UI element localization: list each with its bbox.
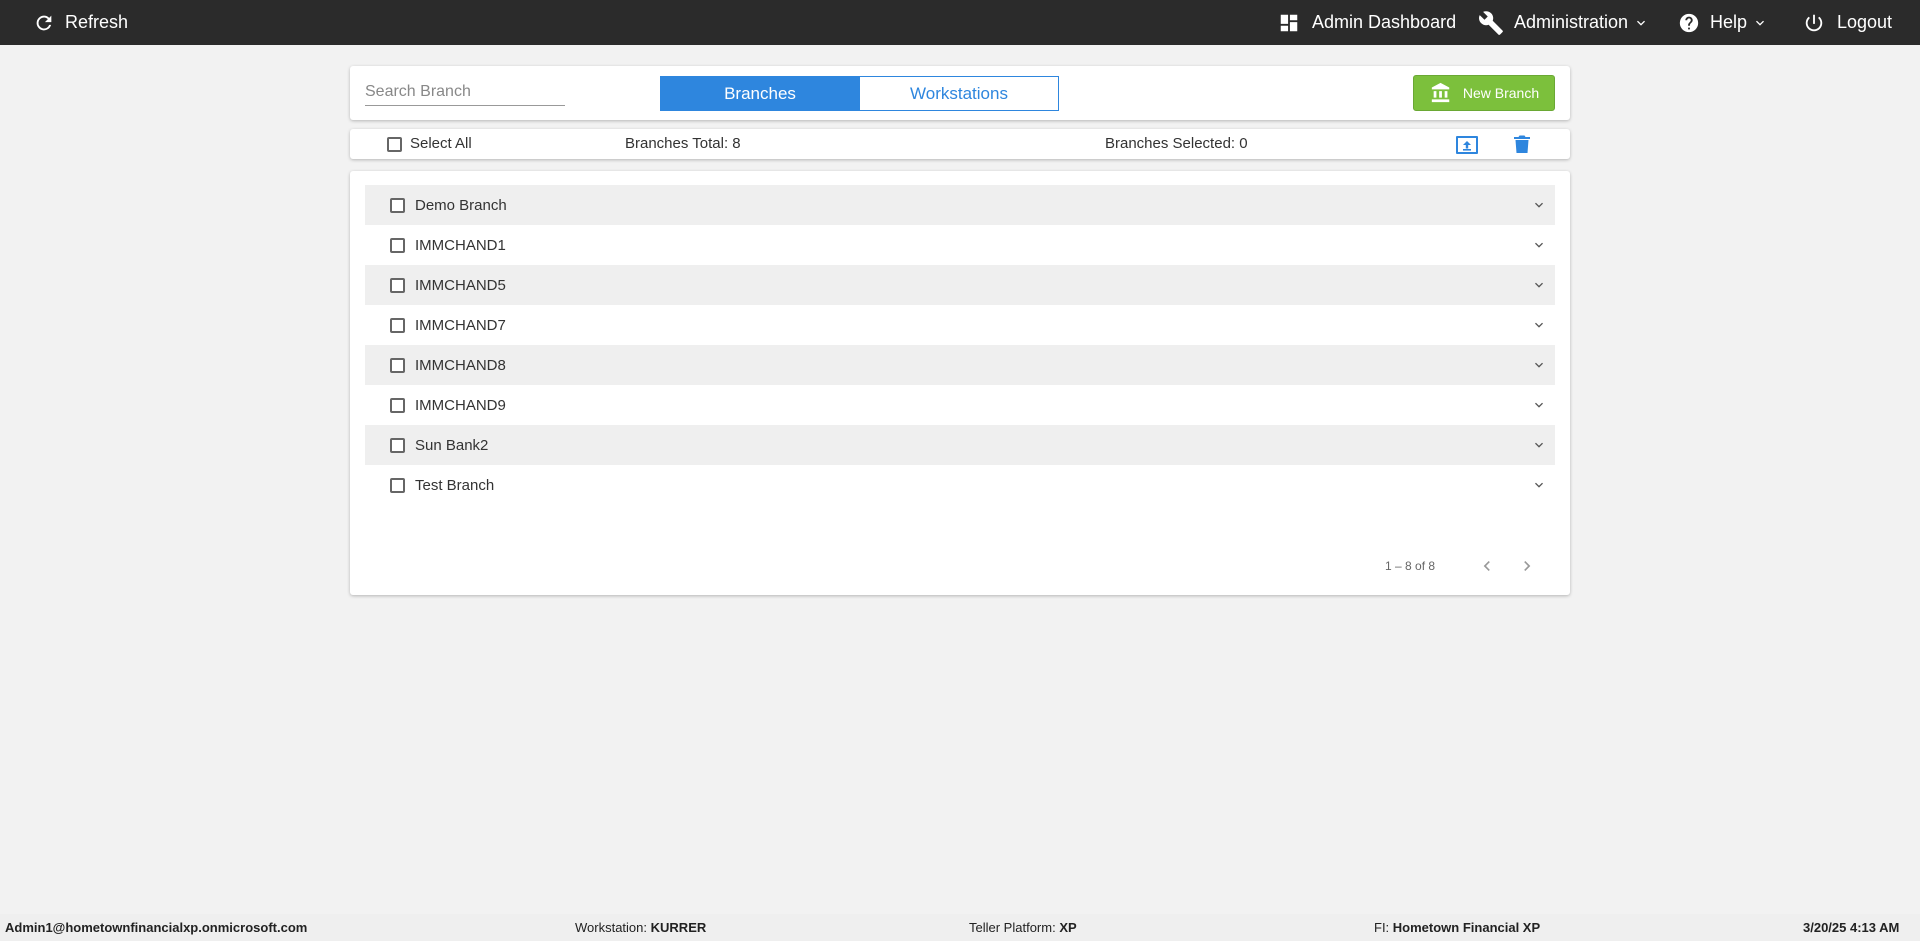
chevron-down-icon	[1637, 20, 1646, 26]
current-user: Admin1@hometownfinancialxp.onmicrosoft.c…	[5, 920, 308, 935]
chevron-left-icon	[1483, 561, 1490, 571]
chevron-down-icon	[1535, 362, 1543, 368]
trash-icon	[1514, 135, 1530, 153]
branches-selected: Branches Selected: 0	[1105, 135, 1248, 152]
expand-button[interactable]	[1531, 317, 1547, 333]
wrench-icon	[1479, 10, 1503, 35]
expand-button[interactable]	[1531, 437, 1547, 453]
chevron-down-icon	[1535, 402, 1543, 408]
logout-label: Logout	[1837, 12, 1893, 32]
upload-button[interactable]	[1455, 135, 1479, 160]
footer-workstation: Workstation: KURRER	[575, 920, 706, 935]
branch-name: IMMCHAND5	[415, 276, 506, 294]
branch-checkbox[interactable]	[390, 237, 405, 253]
administration-label: Administration	[1514, 12, 1629, 32]
branch-name: Demo Branch	[415, 196, 507, 214]
selection-summary: Select All Branches Total: 8 Branches Se…	[350, 129, 1570, 159]
delete-button[interactable]	[1513, 134, 1531, 159]
power-icon	[1805, 14, 1823, 31]
refresh-button[interactable]: Refresh	[33, 0, 128, 45]
footer-fi: FI: Hometown Financial XP	[1374, 920, 1540, 935]
workstation-label: Workstation:	[575, 920, 648, 935]
chevron-down-icon	[1535, 322, 1543, 328]
help-menu[interactable]: Help	[1678, 0, 1768, 45]
expand-button[interactable]	[1531, 197, 1547, 213]
view-tabs: Branches Workstations	[660, 76, 1059, 111]
branch-checkbox[interactable]	[390, 397, 405, 413]
expand-button[interactable]	[1531, 277, 1547, 293]
list-item[interactable]: IMMCHAND1	[365, 225, 1555, 265]
chevron-down-icon	[1535, 242, 1543, 248]
tab-branches[interactable]: Branches	[660, 76, 860, 111]
new-branch-label: New Branch	[1462, 85, 1540, 101]
list-item[interactable]: Sun Bank2	[365, 425, 1555, 465]
pagination-range: 1 – 8 of 8	[1385, 559, 1436, 573]
footer-platform: Teller Platform: XP	[969, 920, 1077, 935]
tab-branches-label: Branches	[724, 83, 796, 103]
select-all-checkbox[interactable]	[387, 137, 402, 152]
refresh-label: Refresh	[65, 12, 129, 32]
platform-value: XP	[1059, 920, 1077, 935]
branch-checkbox[interactable]	[390, 197, 405, 213]
branch-toolbar: Branches Workstations New Branch	[350, 66, 1570, 120]
fi-value: Hometown Financial XP	[1392, 920, 1541, 935]
expand-button[interactable]	[1531, 397, 1547, 413]
branch-name: IMMCHAND8	[415, 356, 506, 374]
next-page-button[interactable]	[1517, 556, 1537, 576]
fi-label: FI:	[1374, 920, 1390, 935]
previous-page-button[interactable]	[1477, 556, 1497, 576]
tab-workstations[interactable]: Workstations	[859, 76, 1059, 111]
search-branch-input[interactable]	[365, 80, 565, 106]
footer-datetime: 3/20/25 4:13 AM	[1803, 920, 1899, 935]
select-all-label: Select All	[410, 135, 472, 152]
chevron-down-icon	[1535, 202, 1543, 208]
branch-checkbox[interactable]	[390, 277, 405, 293]
expand-button[interactable]	[1531, 237, 1547, 253]
chevron-down-icon	[1535, 282, 1543, 288]
branch-name: IMMCHAND7	[415, 316, 506, 334]
footer-user: Admin1@hometownfinancialxp.onmicrosoft.c…	[5, 920, 307, 935]
list-item[interactable]: Demo Branch	[365, 185, 1555, 225]
branch-checkbox[interactable]	[390, 477, 405, 493]
workstation-value: KURRER	[650, 920, 707, 935]
new-branch-button[interactable]: New Branch	[1413, 75, 1555, 111]
upload-icon	[1456, 136, 1478, 154]
branches-total: Branches Total: 8	[625, 135, 741, 152]
branch-checkbox[interactable]	[390, 437, 405, 453]
refresh-icon	[36, 15, 52, 30]
logout-button[interactable]: Logout	[1803, 0, 1892, 45]
dashboard-icon	[1280, 14, 1298, 31]
admin-dashboard-link[interactable]: Admin Dashboard	[1278, 0, 1456, 45]
list-item[interactable]: IMMCHAND7	[365, 305, 1555, 345]
expand-button[interactable]	[1531, 477, 1547, 493]
admin-dashboard-label: Admin Dashboard	[1312, 12, 1457, 32]
help-label: Help	[1710, 12, 1748, 32]
branch-list: Demo Branch IMMCHAND1 IMMCHAND5 IMMCHAND…	[350, 171, 1570, 595]
chevron-down-icon	[1535, 442, 1543, 448]
tab-workstations-label: Workstations	[910, 83, 1008, 103]
branch-name: Sun Bank2	[415, 436, 489, 454]
list-item[interactable]: IMMCHAND9	[365, 385, 1555, 425]
help-circle-icon	[1679, 13, 1699, 32]
branch-checkbox[interactable]	[390, 357, 405, 373]
chevron-right-icon	[1524, 561, 1531, 571]
branch-checkbox[interactable]	[390, 317, 405, 333]
list-item[interactable]: IMMCHAND5	[365, 265, 1555, 305]
branch-name: Test Branch	[415, 476, 495, 494]
list-item[interactable]: IMMCHAND8	[365, 345, 1555, 385]
top-nav-bar: Refresh Admin Dashboard Administration H…	[0, 0, 1920, 45]
chevron-down-icon	[1535, 482, 1543, 488]
expand-button[interactable]	[1531, 357, 1547, 373]
bank-icon	[1431, 82, 1450, 103]
chevron-down-icon	[1756, 20, 1765, 26]
datetime: 3/20/25 4:13 AM	[1803, 920, 1900, 935]
list-item[interactable]: Test Branch	[365, 465, 1555, 505]
administration-menu[interactable]: Administration	[1478, 0, 1649, 45]
status-footer: Admin1@hometownfinancialxp.onmicrosoft.c…	[0, 914, 1920, 941]
branch-name: IMMCHAND9	[415, 396, 506, 414]
branch-name: IMMCHAND1	[415, 236, 506, 254]
platform-label: Teller Platform:	[969, 920, 1056, 935]
